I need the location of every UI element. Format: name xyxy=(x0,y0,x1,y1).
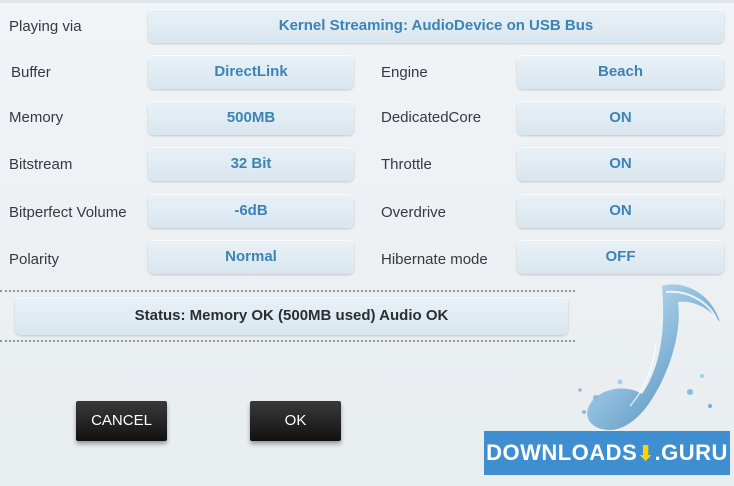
memory-selector[interactable]: 500MB xyxy=(148,101,354,135)
dedicatedcore-label: DedicatedCore xyxy=(381,109,482,126)
playing-via-label: Playing via xyxy=(9,18,82,35)
dedicatedcore-toggle[interactable]: ON xyxy=(517,101,724,135)
bitperfect-volume-selector[interactable]: -6dB xyxy=(148,194,354,228)
hibernate-mode-label: Hibernate mode xyxy=(381,251,488,268)
watermark-right-text: .GURU xyxy=(654,440,728,465)
downloads-guru-watermark: DOWNLOADS⬇.GURU xyxy=(484,431,730,475)
memory-label: Memory xyxy=(9,109,64,126)
watermark-left-text: DOWNLOADS xyxy=(486,440,638,465)
overdrive-toggle[interactable]: ON xyxy=(517,194,724,228)
engine-label: Engine xyxy=(381,64,428,81)
water-music-note-icon xyxy=(578,284,720,430)
throttle-label: Throttle xyxy=(381,156,432,173)
bitstream-selector[interactable]: 32 Bit xyxy=(148,147,354,181)
polarity-selector[interactable]: Normal xyxy=(148,240,354,274)
overdrive-label: Overdrive xyxy=(381,204,447,221)
playing-via-selector[interactable]: Kernel Streaming: AudioDevice on USB Bus xyxy=(148,9,724,43)
ok-button[interactable]: OK xyxy=(250,401,341,441)
throttle-toggle[interactable]: ON xyxy=(517,147,724,181)
buffer-label: Buffer xyxy=(11,64,51,81)
divider-top xyxy=(0,290,575,292)
polarity-label: Polarity xyxy=(9,251,60,268)
divider-bottom xyxy=(0,340,575,342)
bitperfect-volume-label: Bitperfect Volume xyxy=(9,204,127,221)
top-border xyxy=(0,0,734,3)
buffer-selector[interactable]: DirectLink xyxy=(148,55,354,89)
status-bar: Status: Memory OK (500MB used) Audio OK xyxy=(15,297,568,335)
engine-selector[interactable]: Beach xyxy=(517,55,724,89)
hibernate-mode-toggle[interactable]: OFF xyxy=(517,240,724,274)
bitstream-label: Bitstream xyxy=(9,156,73,173)
cancel-button[interactable]: CANCEL xyxy=(76,401,167,441)
download-arrow-icon: ⬇ xyxy=(637,443,655,465)
